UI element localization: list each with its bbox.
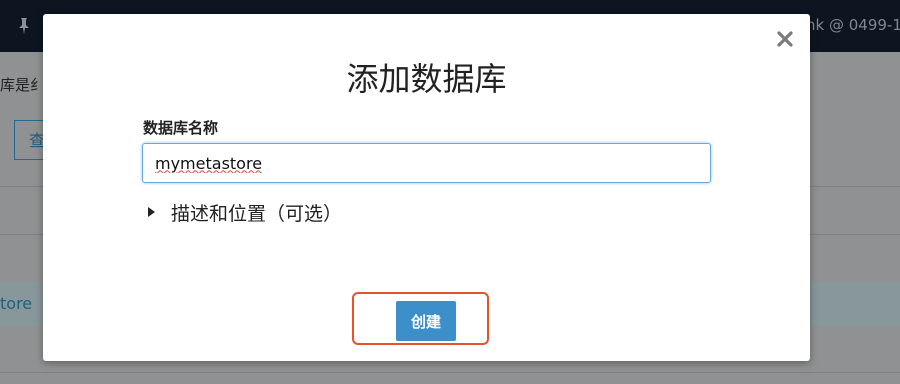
create-button[interactable]: 创建	[396, 301, 456, 341]
database-name-label: 数据库名称	[143, 119, 219, 137]
divider	[0, 372, 900, 373]
description-location-toggle[interactable]: 描述和位置（可选）	[147, 200, 343, 225]
description-location-label: 描述和位置（可选）	[171, 202, 343, 225]
user-account-text[interactable]: nk @ 0499-1	[806, 16, 900, 34]
background-database-link[interactable]: tore	[0, 294, 32, 313]
dialog-title: 添加数据库	[346, 60, 507, 98]
database-name-input[interactable]	[142, 143, 711, 183]
background-description-text: 库是纟	[0, 76, 46, 94]
add-database-dialog: 添加数据库 数据库名称 描述和位置（可选） 创建	[43, 14, 810, 361]
close-icon[interactable]	[776, 30, 794, 48]
caret-right-icon	[148, 207, 155, 217]
pin-icon[interactable]	[14, 16, 34, 36]
